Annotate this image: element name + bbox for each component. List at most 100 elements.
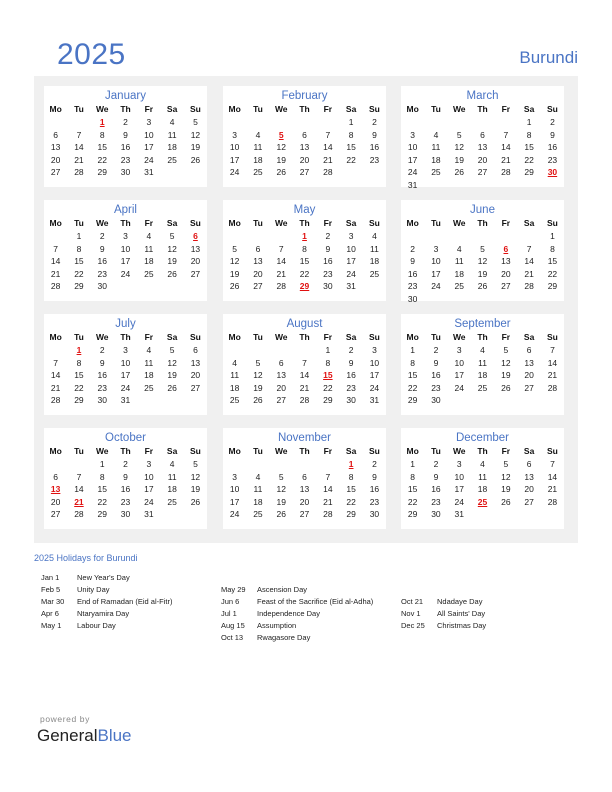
weekday-label: Th xyxy=(120,104,131,114)
day-cell: 27 xyxy=(50,509,61,519)
day-cell: 5 xyxy=(193,459,198,469)
holiday-day: 15 xyxy=(323,370,333,380)
day-cell: 26 xyxy=(276,509,286,519)
day-cell: 8 xyxy=(325,357,331,368)
month-may: May Mo Tu We Th Fr Sa Su 1 2 3 4 5 6 7 8 9 10 11 12 13 14 15 16… xyxy=(223,200,386,301)
weekday-label: We xyxy=(95,446,109,456)
day-cell: 7 xyxy=(503,129,509,140)
weekday-label: Mo xyxy=(406,332,419,342)
holiday-date: Oct 13 xyxy=(221,633,244,642)
day-cell: 4 xyxy=(255,471,261,482)
day-cell: 9 xyxy=(372,471,377,482)
holiday-name: New Year's Day xyxy=(77,573,130,582)
day-cell: 20 xyxy=(501,268,511,279)
day-cell: 30 xyxy=(120,167,131,177)
day-cell: 5 xyxy=(456,129,462,140)
empty-cell xyxy=(44,458,67,471)
holiday-name: Unity Day xyxy=(77,585,110,594)
days-grid: Mo Tu We Th Fr Sa Su 1 2 3 4 5 6 7 8 9 10 11 12 13 14 15 16 17 1… xyxy=(401,445,564,521)
month-title: January xyxy=(105,90,146,102)
day-cell: 14 xyxy=(299,370,310,380)
day-cell: 23 xyxy=(120,496,131,507)
day-cell: 14 xyxy=(50,370,61,380)
weekday-label: Fr xyxy=(323,218,333,228)
weekday-label: We xyxy=(452,332,466,342)
day-cell: 27 xyxy=(190,268,201,279)
day-cell: 18 xyxy=(369,256,380,266)
weekday-label: Th xyxy=(477,104,488,114)
weekday-label: Th xyxy=(477,218,488,228)
holidays-title: 2025 Holidays for Burundi xyxy=(34,553,138,563)
day-cell: 12 xyxy=(190,471,201,482)
weekday-label: Mo xyxy=(228,218,241,228)
holiday-date: Jan 1 xyxy=(41,573,60,582)
day-cell: 13 xyxy=(299,142,310,152)
weekday-label: Th xyxy=(299,446,310,456)
day-cell: 24 xyxy=(229,509,240,519)
day-cell: 31 xyxy=(120,395,131,405)
day-cell: 16 xyxy=(97,256,107,266)
day-cell: 22 xyxy=(524,154,534,165)
day-cell: 4 xyxy=(169,117,175,127)
day-cell: 30 xyxy=(407,293,418,304)
day-cell: 13 xyxy=(190,243,201,254)
day-cell: 7 xyxy=(550,345,555,355)
weekday-label: Tu xyxy=(431,446,441,456)
month-february: February Mo Tu We Th Fr Sa Su 1 2 3 4 5 6 7 8 9 10 11 12 13 1… xyxy=(223,86,386,187)
day-cell: 27 xyxy=(299,167,310,177)
day-cell: 2 xyxy=(348,345,354,355)
day-cell: 1 xyxy=(526,117,532,127)
day-cell: 20 xyxy=(299,154,310,165)
month-title: September xyxy=(454,318,511,330)
weekday-label: Mo xyxy=(228,446,241,456)
weekday-label: Sa xyxy=(166,104,178,114)
day-cell: 17 xyxy=(229,154,240,165)
day-cell: 9 xyxy=(372,129,377,140)
day-cell: 17 xyxy=(346,256,356,266)
day-cell: 29 xyxy=(97,167,107,177)
day-cell: 15 xyxy=(97,142,107,152)
weekday-label: Mo xyxy=(49,218,62,228)
day-cell: 21 xyxy=(323,154,333,165)
weekday-label: We xyxy=(274,332,288,342)
day-cell: 21 xyxy=(299,382,310,393)
day-cell: 26 xyxy=(501,382,511,393)
days-grid: Mo Tu We Th Fr Sa Su 1 2 3 4 5 6 7 8 9 10 11 12 13 14 15 16 17 1… xyxy=(401,217,564,305)
day-cell: 18 xyxy=(229,382,240,393)
day-cell: 28 xyxy=(50,281,61,291)
day-cell: 7 xyxy=(302,357,307,368)
day-cell: 21 xyxy=(50,268,61,279)
day-cell: 10 xyxy=(454,357,464,368)
weekday-label: Su xyxy=(189,218,201,228)
day-cell: 12 xyxy=(501,471,511,482)
day-cell: 20 xyxy=(50,496,61,507)
days-grid: Mo Tu We Th Fr Sa Su 1 2 3 4 5 6 7 8 9 10 11 12 13 14 15 16 17 1… xyxy=(223,217,386,293)
day-cell: 9 xyxy=(99,243,105,254)
day-cell: 14 xyxy=(323,142,333,152)
holiday-date: Mar 30 xyxy=(41,597,65,606)
day-cell: 16 xyxy=(323,256,333,266)
holiday-name: Feast of the Sacrifice (Eid al-Adha) xyxy=(257,597,374,606)
day-cell: 15 xyxy=(346,484,356,494)
day-cell: 21 xyxy=(501,154,511,165)
day-cell: 15 xyxy=(74,370,84,380)
day-cell: 7 xyxy=(325,471,331,482)
day-cell: 10 xyxy=(120,357,131,368)
day-cell: 10 xyxy=(120,243,131,254)
weekday-label: Su xyxy=(189,446,201,456)
day-cell: 22 xyxy=(346,496,356,507)
weekday-label: Tu xyxy=(431,218,441,228)
holiday-day: 25 xyxy=(477,496,488,507)
empty-cell xyxy=(517,230,540,243)
weekday-label: We xyxy=(452,446,466,456)
day-cell: 30 xyxy=(323,281,333,291)
day-cell: 12 xyxy=(477,256,488,266)
holiday-name: Christmas Day xyxy=(437,621,487,630)
day-cell: 10 xyxy=(431,256,441,266)
day-cell: 14 xyxy=(74,142,84,152)
day-cell: 21 xyxy=(50,382,61,393)
holiday-item: Jun 6 Feast of the Sacrifice (Eid al-Adha… xyxy=(221,596,373,608)
day-cell: 16 xyxy=(369,142,380,152)
weekday-label: Tu xyxy=(253,332,263,342)
month-january: January Mo Tu We Th Fr Sa Su 1 2 3 4 5 6 7 8 9 10 11 12 13 14… xyxy=(44,86,207,187)
